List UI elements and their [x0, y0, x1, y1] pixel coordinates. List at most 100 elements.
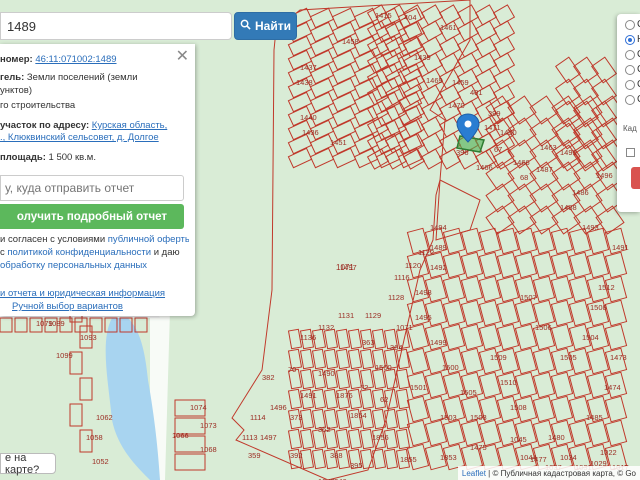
parcel-label: 68 [520, 173, 528, 182]
parcel-label: 1487 [536, 165, 553, 174]
layers-panel: С Н О С С С Кад [617, 14, 640, 212]
parcel-label: 1505 [560, 353, 577, 362]
parcel-label: 1116 [394, 273, 410, 282]
parcel-label: 1073 [200, 421, 217, 430]
attribution-separator: | [488, 468, 491, 478]
layer-radio[interactable] [625, 80, 635, 90]
find-button[interactable]: Найти [234, 12, 297, 40]
offer-link[interactable]: публичной оферты [108, 234, 189, 245]
cad-layer-checkbox[interactable] [626, 148, 635, 157]
parcel-label: 1853 [440, 453, 457, 462]
parcel-label: 72 [360, 383, 368, 392]
address-link[interactable]: Курская область, [92, 120, 167, 131]
layer-radio[interactable] [625, 95, 635, 105]
parcel-label: 1114 [250, 413, 266, 422]
parcel-label: 1466 [513, 158, 530, 167]
layer-radio-selected[interactable] [625, 35, 635, 45]
parcel-label: 392 [290, 451, 303, 460]
parcel-label: 1855 [400, 455, 417, 464]
parcel-label: 1451 [330, 138, 347, 147]
parcel-label: 359 [248, 451, 261, 460]
address-label: участок по адресу: [0, 120, 90, 131]
parcel-label: 62 [380, 395, 388, 404]
cad-number-row: номер: 46:11:071002:1489 [0, 54, 189, 67]
parcel-label: 1071 [396, 323, 413, 332]
parcel-label: 1458 [342, 37, 359, 46]
parcel-label: 1496 [270, 403, 287, 412]
layer-radio[interactable] [625, 20, 635, 30]
parcel-label: 1045 [510, 435, 527, 444]
parcel-label: 1856 [372, 433, 389, 442]
parcel-label: 1450 [500, 128, 517, 137]
parcel-label: 1058 [86, 433, 103, 442]
layer-action-button[interactable] [631, 167, 640, 189]
parcel-info-panel: ✕ номер: 46:11:071002:1489 гель: Земли п… [0, 44, 195, 316]
agreement-line-2: с политикой конфиденциальности и даю [0, 247, 189, 260]
parcel-label: 1475 [470, 443, 487, 452]
parcel-label: 1488 [560, 203, 577, 212]
legal-info-link[interactable]: и отчета и юридическая информация [0, 288, 165, 299]
parcel-label: 1461 [440, 23, 457, 32]
parcel-label: 388 [330, 451, 343, 460]
manual-row: Ручной выбор вариантов [12, 301, 189, 314]
find-button-label: Найти [255, 19, 291, 33]
cad-number-label: номер: [0, 54, 33, 65]
email-input[interactable] [1, 176, 183, 200]
area-value: 1 500 кв.м. [48, 152, 96, 163]
use-value: го строительства [0, 100, 76, 111]
search-input[interactable] [1, 13, 231, 39]
address-row-2: ., Клюквинский сельсовет, д. Долгое [0, 132, 189, 145]
parcel-label: 1136 [300, 333, 316, 342]
agreement-line-1: и согласен с условиями публичной оферты [0, 234, 189, 247]
parcel-label: 1503 [440, 413, 457, 422]
parcel-label: 1490 [560, 148, 577, 157]
parcel-label: 1022 [600, 448, 617, 457]
privacy-link[interactable]: политикой конфиденциальности [7, 247, 151, 258]
parcel-label: 1093 [80, 333, 97, 342]
parcel-label: 1068 [200, 445, 217, 454]
parcel-label: 70 [288, 365, 296, 374]
parcel-label: 1122 [418, 248, 434, 257]
get-report-button[interactable]: олучить подробный отчет [0, 204, 184, 229]
parcel-label: 1473 [610, 353, 627, 362]
parcel-label: 1491 [612, 243, 629, 252]
parcel-label: 401 [470, 88, 483, 97]
parcel-label: 1436 [302, 128, 319, 137]
parcel-label: 1113 [242, 433, 258, 442]
parcel-label: 364 [390, 343, 403, 352]
parcel-label: 1132 [318, 323, 334, 332]
parcel-label: 1052 [92, 457, 109, 466]
area-label: площадь: [0, 152, 46, 163]
info-row: и отчета и юридическая информация [0, 288, 189, 301]
address-row: участок по адресу: Курская область, [0, 120, 189, 133]
email-field[interactable] [0, 175, 184, 201]
parcel-label: 1498 [415, 288, 432, 297]
personal-data-link[interactable]: обработку персональных данных [0, 260, 147, 271]
agreement-text-3: и даю [153, 247, 180, 258]
parcel-label: 373 [290, 413, 303, 422]
parcel-label: 1062 [96, 413, 113, 422]
cad-number-link[interactable]: 46:11:071002:1489 [35, 54, 116, 65]
where-on-map-button[interactable]: е на карте? [0, 452, 56, 476]
layer-radio[interactable] [625, 50, 635, 60]
layer-radio[interactable] [625, 65, 635, 75]
parcel-label: 1509 [490, 353, 507, 362]
parcel-label-large: 1071 [336, 263, 354, 272]
parcel-label: 1512 [598, 283, 615, 292]
parcel-label: 1044 [520, 453, 537, 462]
parcel-label: 1493 [582, 223, 599, 232]
parcel-label: 1876 [336, 391, 353, 400]
category-cont: унктов) [0, 85, 32, 96]
leaflet-link[interactable]: Leaflet [462, 469, 486, 478]
parcel-label: 1495 [415, 313, 432, 322]
map-attribution: Leaflet | © Публичная кадастровая карта,… [457, 466, 640, 480]
address-link-2[interactable]: ., Клюквинский сельсовет, д. Долгое [0, 132, 159, 143]
parcel-label: 1506 [535, 323, 552, 332]
parcel-label: 1500 [375, 363, 392, 372]
search-field[interactable] [0, 12, 232, 40]
parcel-label: 1438 [296, 78, 313, 87]
manual-select-link[interactable]: Ручной выбор вариантов [12, 301, 123, 312]
search-icon [240, 19, 251, 33]
parcel-label: 1504 [582, 333, 599, 342]
parcel-label: 1505 [460, 388, 477, 397]
